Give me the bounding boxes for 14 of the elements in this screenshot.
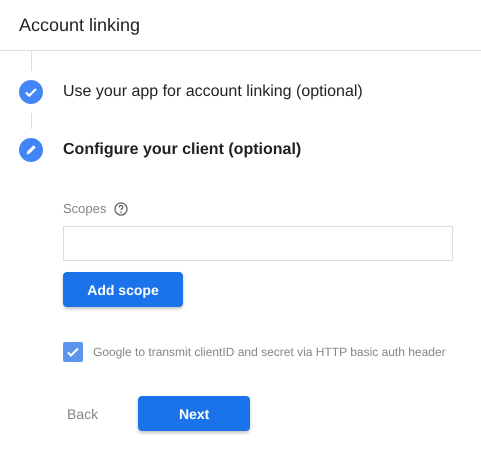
help-icon[interactable] — [114, 202, 128, 216]
field-label: Scopes — [63, 201, 106, 216]
page-title: Account linking — [19, 14, 140, 36]
step-label[interactable]: Use your app for account linking (optional) — [63, 83, 363, 101]
back-button[interactable]: Back — [63, 406, 102, 422]
step-label[interactable]: Configure your client (optional) — [63, 141, 302, 159]
check-icon — [66, 345, 80, 359]
check-icon — [19, 80, 43, 104]
checkbox-label: Google to transmit clientID and secret via HTTP basic auth header — [93, 345, 446, 359]
add-scope-button[interactable]: Add scope — [63, 272, 183, 307]
scopes-field[interactable] — [63, 226, 453, 261]
checkbox[interactable] — [63, 342, 83, 362]
pencil-icon — [19, 138, 43, 162]
next-button[interactable]: Next — [138, 396, 250, 431]
